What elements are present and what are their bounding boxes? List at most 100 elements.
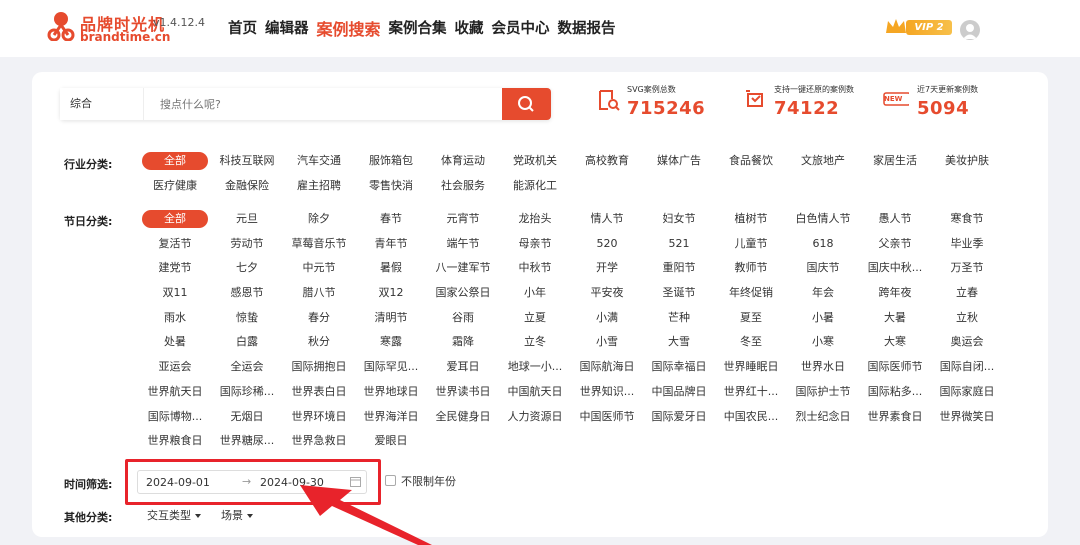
festival-tag[interactable]: 世界航天日 bbox=[139, 380, 211, 405]
industry-tag[interactable]: 雇主招聘 bbox=[283, 174, 355, 199]
nav-case-collection[interactable]: 案例合集 bbox=[389, 17, 447, 40]
festival-tag[interactable]: 重阳节 bbox=[643, 256, 715, 281]
scene-dropdown[interactable]: 场景 bbox=[221, 507, 253, 523]
festival-tag[interactable]: 处暑 bbox=[139, 330, 211, 355]
festival-tag[interactable]: 芒种 bbox=[643, 306, 715, 331]
festival-tag[interactable]: 世界表白日 bbox=[283, 380, 355, 405]
festival-tag[interactable]: 小年 bbox=[499, 281, 571, 306]
festival-tag[interactable]: 草莓音乐节 bbox=[283, 232, 355, 257]
festival-tag[interactable]: 建党节 bbox=[139, 256, 211, 281]
festival-tag[interactable]: 国际粘多... bbox=[859, 380, 931, 405]
festival-tag[interactable]: 暑假 bbox=[355, 256, 427, 281]
festival-tag[interactable]: 雨水 bbox=[139, 306, 211, 331]
industry-tag[interactable]: 食品餐饮 bbox=[715, 149, 787, 174]
festival-tag[interactable]: 中国医师节 bbox=[571, 405, 643, 430]
festival-tag[interactable]: 父亲节 bbox=[859, 232, 931, 257]
festival-tag[interactable]: 开学 bbox=[571, 256, 643, 281]
industry-tag[interactable]: 全部 bbox=[142, 152, 208, 170]
festival-tag[interactable]: 国际珍稀... bbox=[211, 380, 283, 405]
industry-tag[interactable]: 服饰箱包 bbox=[355, 149, 427, 174]
festival-tag[interactable]: 年终促销 bbox=[715, 281, 787, 306]
festival-tag[interactable]: 中国品牌日 bbox=[643, 380, 715, 405]
festival-tag[interactable]: 惊蛰 bbox=[211, 306, 283, 331]
festival-tag[interactable]: 除夕 bbox=[283, 207, 355, 232]
festival-tag[interactable]: 国际博物... bbox=[139, 405, 211, 430]
festival-tag[interactable]: 世界睡眠日 bbox=[715, 355, 787, 380]
industry-tag[interactable]: 汽车交通 bbox=[283, 149, 355, 174]
industry-tag[interactable]: 医疗健康 bbox=[139, 174, 211, 199]
festival-tag[interactable]: 大寒 bbox=[859, 330, 931, 355]
festival-tag[interactable]: 国际自闭... bbox=[931, 355, 1003, 380]
festival-tag[interactable]: 小雪 bbox=[571, 330, 643, 355]
festival-tag[interactable]: 世界急救日 bbox=[283, 429, 355, 454]
festival-tag[interactable]: 教师节 bbox=[715, 256, 787, 281]
festival-tag[interactable]: 七夕 bbox=[211, 256, 283, 281]
festival-tag[interactable]: 大雪 bbox=[643, 330, 715, 355]
festival-tag[interactable]: 中国航天日 bbox=[499, 380, 571, 405]
festival-tag[interactable]: 国际护士节 bbox=[787, 380, 859, 405]
festival-tag[interactable]: 圣诞节 bbox=[643, 281, 715, 306]
festival-tag[interactable]: 白露 bbox=[211, 330, 283, 355]
festival-tag[interactable]: 双11 bbox=[139, 281, 211, 306]
festival-tag[interactable]: 国庆节 bbox=[787, 256, 859, 281]
festival-tag[interactable]: 情人节 bbox=[571, 207, 643, 232]
festival-tag[interactable]: 腊八节 bbox=[283, 281, 355, 306]
festival-tag[interactable]: 儿童节 bbox=[715, 232, 787, 257]
festival-tag[interactable]: 清明节 bbox=[355, 306, 427, 331]
festival-tag[interactable]: 中国农民... bbox=[715, 405, 787, 430]
festival-tag[interactable]: 世界海洋日 bbox=[355, 405, 427, 430]
festival-tag[interactable]: 国际幸福日 bbox=[643, 355, 715, 380]
festival-tag[interactable]: 无烟日 bbox=[211, 405, 283, 430]
vip-indicator[interactable]: VIP 2 bbox=[884, 17, 952, 37]
festival-tag[interactable]: 年会 bbox=[787, 281, 859, 306]
festival-tag[interactable]: 谷雨 bbox=[427, 306, 499, 331]
industry-tag[interactable]: 家居生活 bbox=[859, 149, 931, 174]
no-year-limit-checkbox[interactable] bbox=[385, 475, 396, 486]
user-avatar[interactable] bbox=[960, 20, 980, 40]
festival-tag[interactable]: 全运会 bbox=[211, 355, 283, 380]
festival-tag[interactable]: 世界读书日 bbox=[427, 380, 499, 405]
industry-tag[interactable]: 科技互联网 bbox=[211, 149, 283, 174]
festival-tag[interactable]: 小寒 bbox=[787, 330, 859, 355]
festival-tag[interactable]: 立秋 bbox=[931, 306, 1003, 331]
festival-tag[interactable]: 中秋节 bbox=[499, 256, 571, 281]
festival-tag[interactable]: 爱眼日 bbox=[355, 429, 427, 454]
industry-tag[interactable]: 党政机关 bbox=[499, 149, 571, 174]
interaction-type-dropdown[interactable]: 交互类型 bbox=[147, 507, 201, 523]
festival-tag[interactable]: 爱耳日 bbox=[427, 355, 499, 380]
festival-tag[interactable]: 奥运会 bbox=[931, 330, 1003, 355]
nav-editor[interactable]: 编辑器 bbox=[265, 17, 309, 40]
festival-tag[interactable]: 秋分 bbox=[283, 330, 355, 355]
festival-tag[interactable]: 感恩节 bbox=[211, 281, 283, 306]
festival-tag[interactable]: 八一建军节 bbox=[427, 256, 499, 281]
festival-tag[interactable]: 520 bbox=[571, 232, 643, 257]
festival-tag[interactable]: 万圣节 bbox=[931, 256, 1003, 281]
search-input[interactable] bbox=[148, 88, 498, 120]
festival-tag[interactable]: 植树节 bbox=[715, 207, 787, 232]
festival-tag[interactable]: 世界微笑日 bbox=[931, 405, 1003, 430]
festival-tag[interactable]: 世界粮食日 bbox=[139, 429, 211, 454]
festival-tag[interactable]: 小满 bbox=[571, 306, 643, 331]
festival-tag[interactable]: 元旦 bbox=[211, 207, 283, 232]
festival-tag[interactable]: 复活节 bbox=[139, 232, 211, 257]
industry-tag[interactable]: 文旅地产 bbox=[787, 149, 859, 174]
festival-tag[interactable]: 毕业季 bbox=[931, 232, 1003, 257]
festival-tag[interactable]: 青年节 bbox=[355, 232, 427, 257]
festival-tag[interactable]: 元宵节 bbox=[427, 207, 499, 232]
festival-tag[interactable]: 世界知识... bbox=[571, 380, 643, 405]
festival-tag[interactable]: 世界糖尿... bbox=[211, 429, 283, 454]
festival-tag[interactable]: 世界素食日 bbox=[859, 405, 931, 430]
festival-tag[interactable]: 母亲节 bbox=[499, 232, 571, 257]
nav-data-report[interactable]: 数据报告 bbox=[558, 17, 616, 40]
festival-tag[interactable]: 平安夜 bbox=[571, 281, 643, 306]
festival-tag[interactable]: 端午节 bbox=[427, 232, 499, 257]
festival-tag[interactable]: 中元节 bbox=[283, 256, 355, 281]
festival-tag[interactable]: 白色情人节 bbox=[787, 207, 859, 232]
festival-tag[interactable]: 妇女节 bbox=[643, 207, 715, 232]
festival-tag[interactable]: 国际拥抱日 bbox=[283, 355, 355, 380]
industry-tag[interactable]: 媒体广告 bbox=[643, 149, 715, 174]
nav-favorites[interactable]: 收藏 bbox=[455, 17, 484, 40]
festival-tag[interactable]: 立夏 bbox=[499, 306, 571, 331]
festival-tag[interactable]: 国际航海日 bbox=[571, 355, 643, 380]
festival-tag[interactable]: 立春 bbox=[931, 281, 1003, 306]
